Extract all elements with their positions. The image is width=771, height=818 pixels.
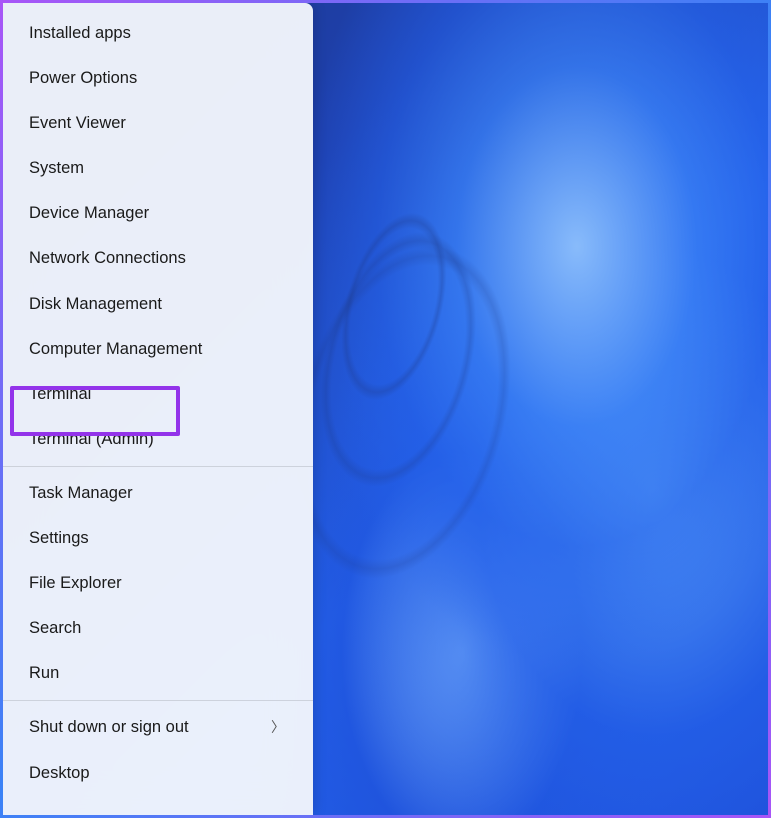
menu-item-device-manager[interactable]: Device Manager bbox=[3, 191, 313, 236]
menu-item-disk-management[interactable]: Disk Management bbox=[3, 282, 313, 327]
menu-item-label: System bbox=[29, 157, 84, 180]
menu-item-desktop[interactable]: Desktop bbox=[3, 751, 313, 796]
menu-item-network-connections[interactable]: Network Connections bbox=[3, 236, 313, 281]
menu-item-power-options[interactable]: Power Options bbox=[3, 56, 313, 101]
menu-item-label: Task Manager bbox=[29, 482, 133, 505]
menu-item-label: Terminal (Admin) bbox=[29, 428, 154, 451]
menu-separator bbox=[3, 466, 313, 467]
menu-item-run[interactable]: Run bbox=[3, 651, 313, 696]
menu-item-label: Device Manager bbox=[29, 202, 149, 225]
menu-item-label: Run bbox=[29, 662, 59, 685]
menu-item-label: Shut down or sign out bbox=[29, 716, 189, 739]
menu-item-label: Installed apps bbox=[29, 22, 131, 45]
menu-item-computer-management[interactable]: Computer Management bbox=[3, 327, 313, 372]
menu-item-event-viewer[interactable]: Event Viewer bbox=[3, 101, 313, 146]
menu-item-label: Search bbox=[29, 617, 81, 640]
winx-power-user-menu: Installed apps Power Options Event Viewe… bbox=[3, 3, 313, 815]
menu-item-terminal[interactable]: Terminal bbox=[3, 372, 313, 417]
menu-item-label: Network Connections bbox=[29, 247, 186, 270]
menu-item-terminal-admin[interactable]: Terminal (Admin) bbox=[3, 417, 313, 462]
menu-item-settings[interactable]: Settings bbox=[3, 516, 313, 561]
menu-item-system[interactable]: System bbox=[3, 146, 313, 191]
menu-item-label: Computer Management bbox=[29, 338, 202, 361]
chevron-right-icon: 〉 bbox=[271, 718, 285, 738]
menu-item-file-explorer[interactable]: File Explorer bbox=[3, 561, 313, 606]
menu-item-installed-apps[interactable]: Installed apps bbox=[3, 11, 313, 56]
screenshot-frame: Installed apps Power Options Event Viewe… bbox=[0, 0, 771, 818]
menu-item-label: Disk Management bbox=[29, 293, 162, 316]
menu-item-label: Event Viewer bbox=[29, 112, 126, 135]
menu-item-task-manager[interactable]: Task Manager bbox=[3, 471, 313, 516]
menu-item-shut-down-sign-out[interactable]: Shut down or sign out 〉 bbox=[3, 705, 313, 750]
menu-item-search[interactable]: Search bbox=[3, 606, 313, 651]
menu-item-label: Desktop bbox=[29, 762, 90, 785]
menu-item-label: Settings bbox=[29, 527, 89, 550]
menu-item-label: Terminal bbox=[29, 383, 91, 406]
menu-item-label: Power Options bbox=[29, 67, 137, 90]
menu-item-label: File Explorer bbox=[29, 572, 122, 595]
menu-separator bbox=[3, 700, 313, 701]
